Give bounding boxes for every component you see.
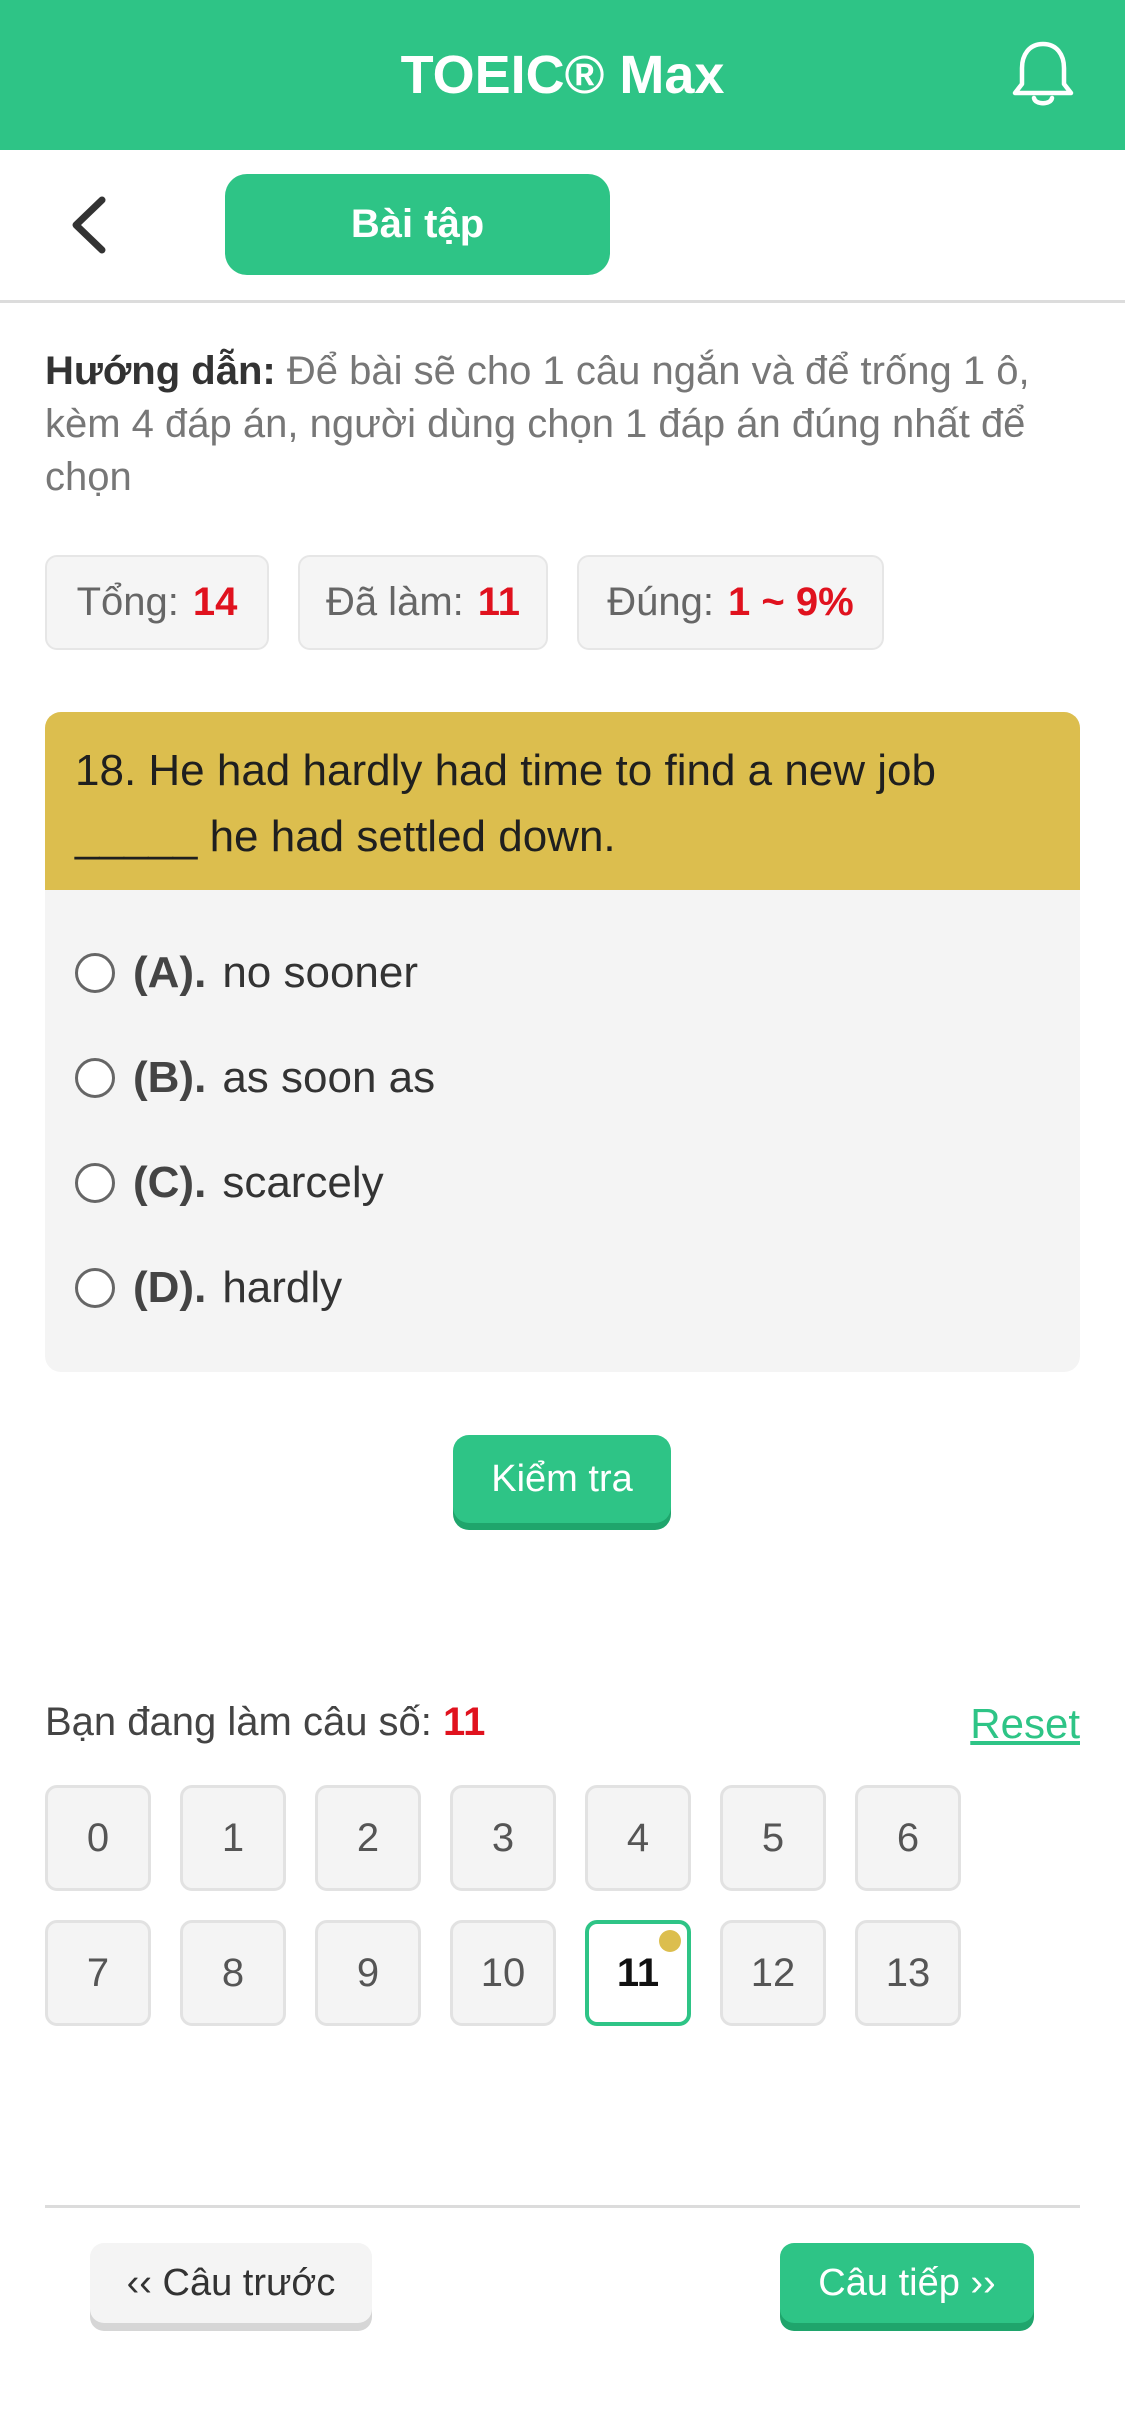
question-number-label: 10	[480, 1950, 526, 1995]
question-number-label: 9	[356, 1950, 380, 1995]
question-number-label: 12	[750, 1950, 796, 1995]
stat-total-label: Tổng:	[76, 580, 179, 624]
radio-button[interactable]	[75, 952, 115, 993]
option-text: as soon as	[222, 1052, 436, 1102]
radio-button[interactable]	[75, 1267, 115, 1308]
sub-header: Bài tập	[0, 150, 1125, 303]
question-number-label: 8	[221, 1950, 245, 1995]
stat-correct: Đúng: 1 ~ 9%	[577, 555, 884, 650]
current-marker-dot	[659, 1930, 681, 1952]
stat-total: Tổng: 14	[45, 555, 269, 650]
stat-done-value: 11	[477, 580, 521, 624]
stat-done-label: Đã làm:	[325, 580, 464, 624]
question-number-button[interactable]: 4	[585, 1785, 691, 1891]
app-title: TOEIC® Max	[400, 45, 725, 105]
current-question-label: Bạn đang làm câu số:	[45, 1700, 432, 1744]
question-number-button[interactable]: 2	[315, 1785, 421, 1891]
divider	[45, 2205, 1080, 2208]
question-number-button[interactable]: 7	[45, 1920, 151, 2026]
option-letter: (A).	[133, 947, 207, 997]
question-number-button[interactable]: 11	[585, 1920, 691, 2026]
question-number-label: 4	[626, 1815, 650, 1860]
check-button[interactable]: Kiểm tra	[453, 1435, 671, 1523]
tab-exercise[interactable]: Bài tập	[225, 174, 610, 275]
radio-button[interactable]	[75, 1057, 115, 1098]
question-number-label: 5	[761, 1815, 785, 1860]
question-number-label: 13	[885, 1950, 931, 1995]
instruction: Hướng dẫn: Để bài sẽ cho 1 câu ngắn và đ…	[45, 345, 1085, 504]
question-number-button[interactable]: 13	[855, 1920, 961, 2026]
option-letter: (D).	[133, 1262, 207, 1312]
option-text: no sooner	[222, 947, 419, 997]
radio-button[interactable]	[75, 1162, 115, 1203]
stat-correct-label: Đúng:	[607, 580, 715, 624]
reset-link[interactable]: Reset	[970, 1700, 1080, 1748]
current-question-number: 11	[443, 1700, 486, 1744]
next-question-button[interactable]: Câu tiếp ››	[780, 2243, 1034, 2323]
option-letter: (B).	[133, 1052, 207, 1102]
instruction-label: Hướng dẫn:	[45, 349, 276, 393]
question-number-button[interactable]: 1	[180, 1785, 286, 1891]
question-text: 18. He had hardly had time to find a new…	[45, 712, 1080, 890]
bell-icon[interactable]	[1005, 36, 1081, 112]
question-number-button[interactable]: 0	[45, 1785, 151, 1891]
option-d[interactable]: (D). hardly	[45, 1235, 1080, 1340]
option-c[interactable]: (C). scarcely	[45, 1130, 1080, 1235]
question-number-label: 11	[616, 1950, 660, 1995]
stat-done: Đã làm: 11	[298, 555, 548, 650]
question-number-button[interactable]: 5	[720, 1785, 826, 1891]
question-number-button[interactable]: 9	[315, 1920, 421, 2026]
option-text: scarcely	[222, 1157, 384, 1207]
question-number-button[interactable]: 8	[180, 1920, 286, 2026]
question-number-button[interactable]: 12	[720, 1920, 826, 2026]
question-card: 18. He had hardly had time to find a new…	[45, 712, 1080, 1372]
option-b[interactable]: (B). as soon as	[45, 1025, 1080, 1130]
prev-question-button[interactable]: ‹‹ Câu trước	[90, 2243, 372, 2323]
stat-correct-value: 1 ~ 9%	[728, 580, 854, 624]
question-number-label: 2	[356, 1815, 380, 1860]
option-letter: (C).	[133, 1157, 207, 1207]
question-number-button[interactable]: 3	[450, 1785, 556, 1891]
current-question-indicator: Bạn đang làm câu số: 11	[45, 1700, 485, 1745]
chevron-left-icon[interactable]	[60, 192, 120, 258]
question-number-button[interactable]: 10	[450, 1920, 556, 2026]
option-text: hardly	[222, 1262, 343, 1312]
question-number-label: 7	[86, 1950, 110, 1995]
app-header: TOEIC® Max	[0, 0, 1125, 150]
stat-total-value: 14	[192, 580, 238, 624]
question-number-label: 1	[221, 1815, 245, 1860]
question-number-label: 0	[86, 1815, 110, 1860]
option-a[interactable]: (A). no sooner	[45, 920, 1080, 1025]
question-number-label: 6	[896, 1815, 920, 1860]
question-number-label: 3	[491, 1815, 515, 1860]
question-number-button[interactable]: 6	[855, 1785, 961, 1891]
options-list: (A). no sooner (B). as soon as (C). scar…	[45, 890, 1080, 1340]
